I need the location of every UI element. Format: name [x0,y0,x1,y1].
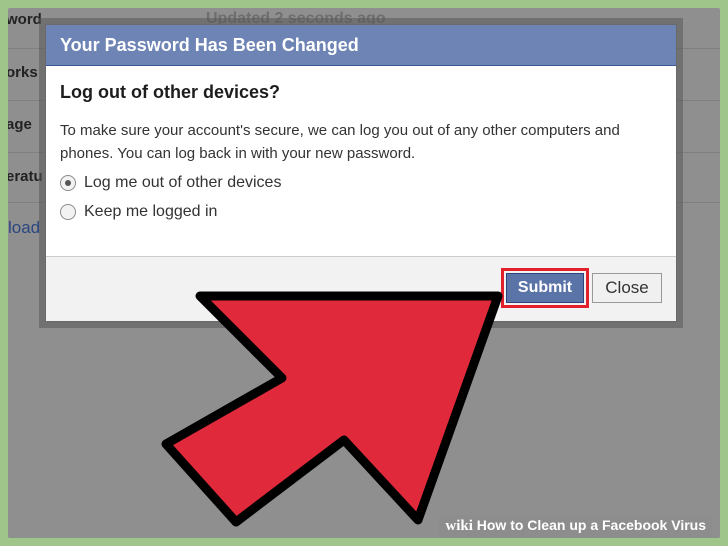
radio-unselected-icon[interactable] [60,203,76,220]
option-label: Log me out of other devices [84,173,282,191]
dialog-footer: Submit Close [46,256,676,321]
submit-button[interactable]: Submit [501,268,589,308]
background-row-label: orks [8,64,38,81]
dialog-title: Your Password Has Been Changed [46,25,676,66]
radio-selected-icon[interactable] [60,174,76,191]
background-row-label: word [8,11,42,28]
option-label: Keep me logged in [84,202,218,220]
dialog-description: To make sure your account's secure, we c… [60,122,620,162]
background-link[interactable]: load [8,218,40,238]
password-changed-dialog: Your Password Has Been Changed Log out o… [45,24,677,322]
watermark-brand: wiki [445,518,473,534]
option-log-out-devices[interactable]: Log me out of other devices [60,171,662,194]
option-keep-logged-in[interactable]: Keep me logged in [60,200,662,223]
close-button[interactable]: Close [592,273,662,303]
watermark: wiki How to Clean up a Facebook Virus [439,515,712,537]
background-row-label: age [8,116,32,133]
screenshot-frame: word Updated 2 seconds ago orks age erat… [8,8,720,538]
dialog-heading: Log out of other devices? [60,82,281,102]
watermark-title: How to Clean up a Facebook Virus [476,517,706,533]
dialog-body: Log out of other devices? To make sure y… [46,82,676,223]
background-row-label: eratu [8,168,43,185]
